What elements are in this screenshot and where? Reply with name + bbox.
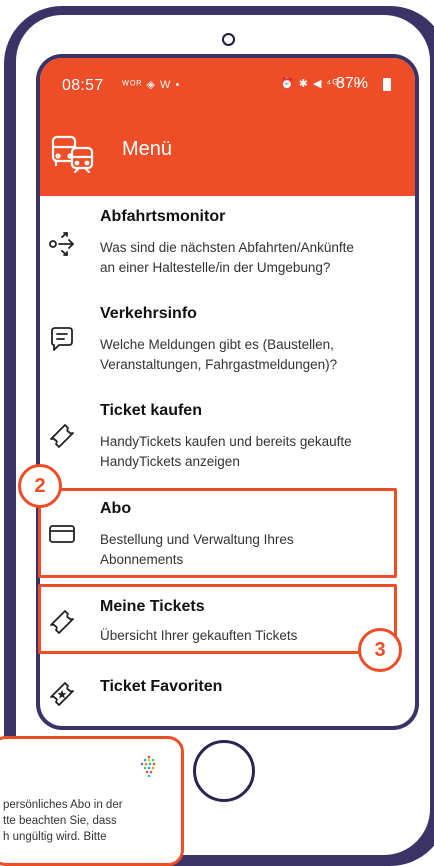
step-badge-3: 3	[358, 628, 402, 672]
menu-item-desc: Was sind die nächsten Abfahrten/Ankünfte	[100, 240, 354, 255]
brand-logo-icon	[140, 755, 156, 777]
battery-icon	[383, 78, 391, 91]
departures-icon	[49, 232, 74, 256]
menu-item-ticket-kaufen[interactable]: Ticket kaufen HandyTickets kaufen und be…	[40, 390, 415, 482]
menu-item-verkehrsinfo[interactable]: Verkehrsinfo Welche Meldungen gibt es (B…	[40, 293, 415, 385]
menu-item-abfahrtsmonitor[interactable]: Abfahrtsmonitor Was sind die nächsten Ab…	[40, 196, 415, 288]
info-tooltip: persönliches Abo in der tte beachten Sie…	[0, 736, 184, 866]
menu-item-ticket-favoriten[interactable]: Ticket Favoriten	[40, 666, 415, 722]
menu-item-title: Verkehrsinfo	[100, 305, 197, 322]
tooltip-text: h ungültig wird. Bitte	[3, 831, 107, 843]
menu-item-desc: an einer Haltestelle/in der Umgebung?	[100, 260, 331, 275]
status-bar: 08:57 ᵂᴼᴿ ◈ W • ⏰ ✱ ◀ ⁴ᴳ⁺ .ıl 87%	[40, 58, 415, 114]
message-icon	[51, 327, 73, 351]
menu-item-desc: Veranstaltungen, Fahrgastmeldungen)?	[100, 357, 338, 372]
highlight-box-meine-tickets	[38, 584, 397, 654]
step-badge-2: 2	[18, 464, 62, 508]
highlight-box-abo	[38, 488, 397, 578]
menu-item-title: Ticket Favoriten	[100, 678, 223, 695]
menu-item-title: Abfahrtsmonitor	[100, 208, 226, 225]
menu-item-desc: HandyTickets anzeigen	[100, 454, 240, 469]
favorite-ticket-icon	[50, 682, 74, 706]
menu-item-desc: HandyTickets kaufen und bereits gekaufte	[100, 434, 352, 449]
menu-item-desc: Welche Meldungen gibt es (Baustellen,	[100, 337, 334, 352]
bus-tram-icon	[51, 135, 94, 174]
tooltip-text: tte beachten Sie, dass	[3, 815, 117, 827]
app-bar: Menü	[40, 114, 415, 196]
ticket-icon	[50, 424, 74, 448]
page-title: Menü	[122, 138, 173, 160]
notification-icons: ᵂᴼᴿ ◈ W •	[122, 79, 181, 91]
tooltip-text: persönliches Abo in der	[3, 799, 123, 811]
battery-level: 87%	[336, 75, 369, 92]
home-button[interactable]	[193, 740, 255, 802]
menu-item-title: Ticket kaufen	[100, 402, 202, 419]
camera-icon	[222, 33, 235, 46]
status-time: 08:57	[62, 77, 104, 94]
